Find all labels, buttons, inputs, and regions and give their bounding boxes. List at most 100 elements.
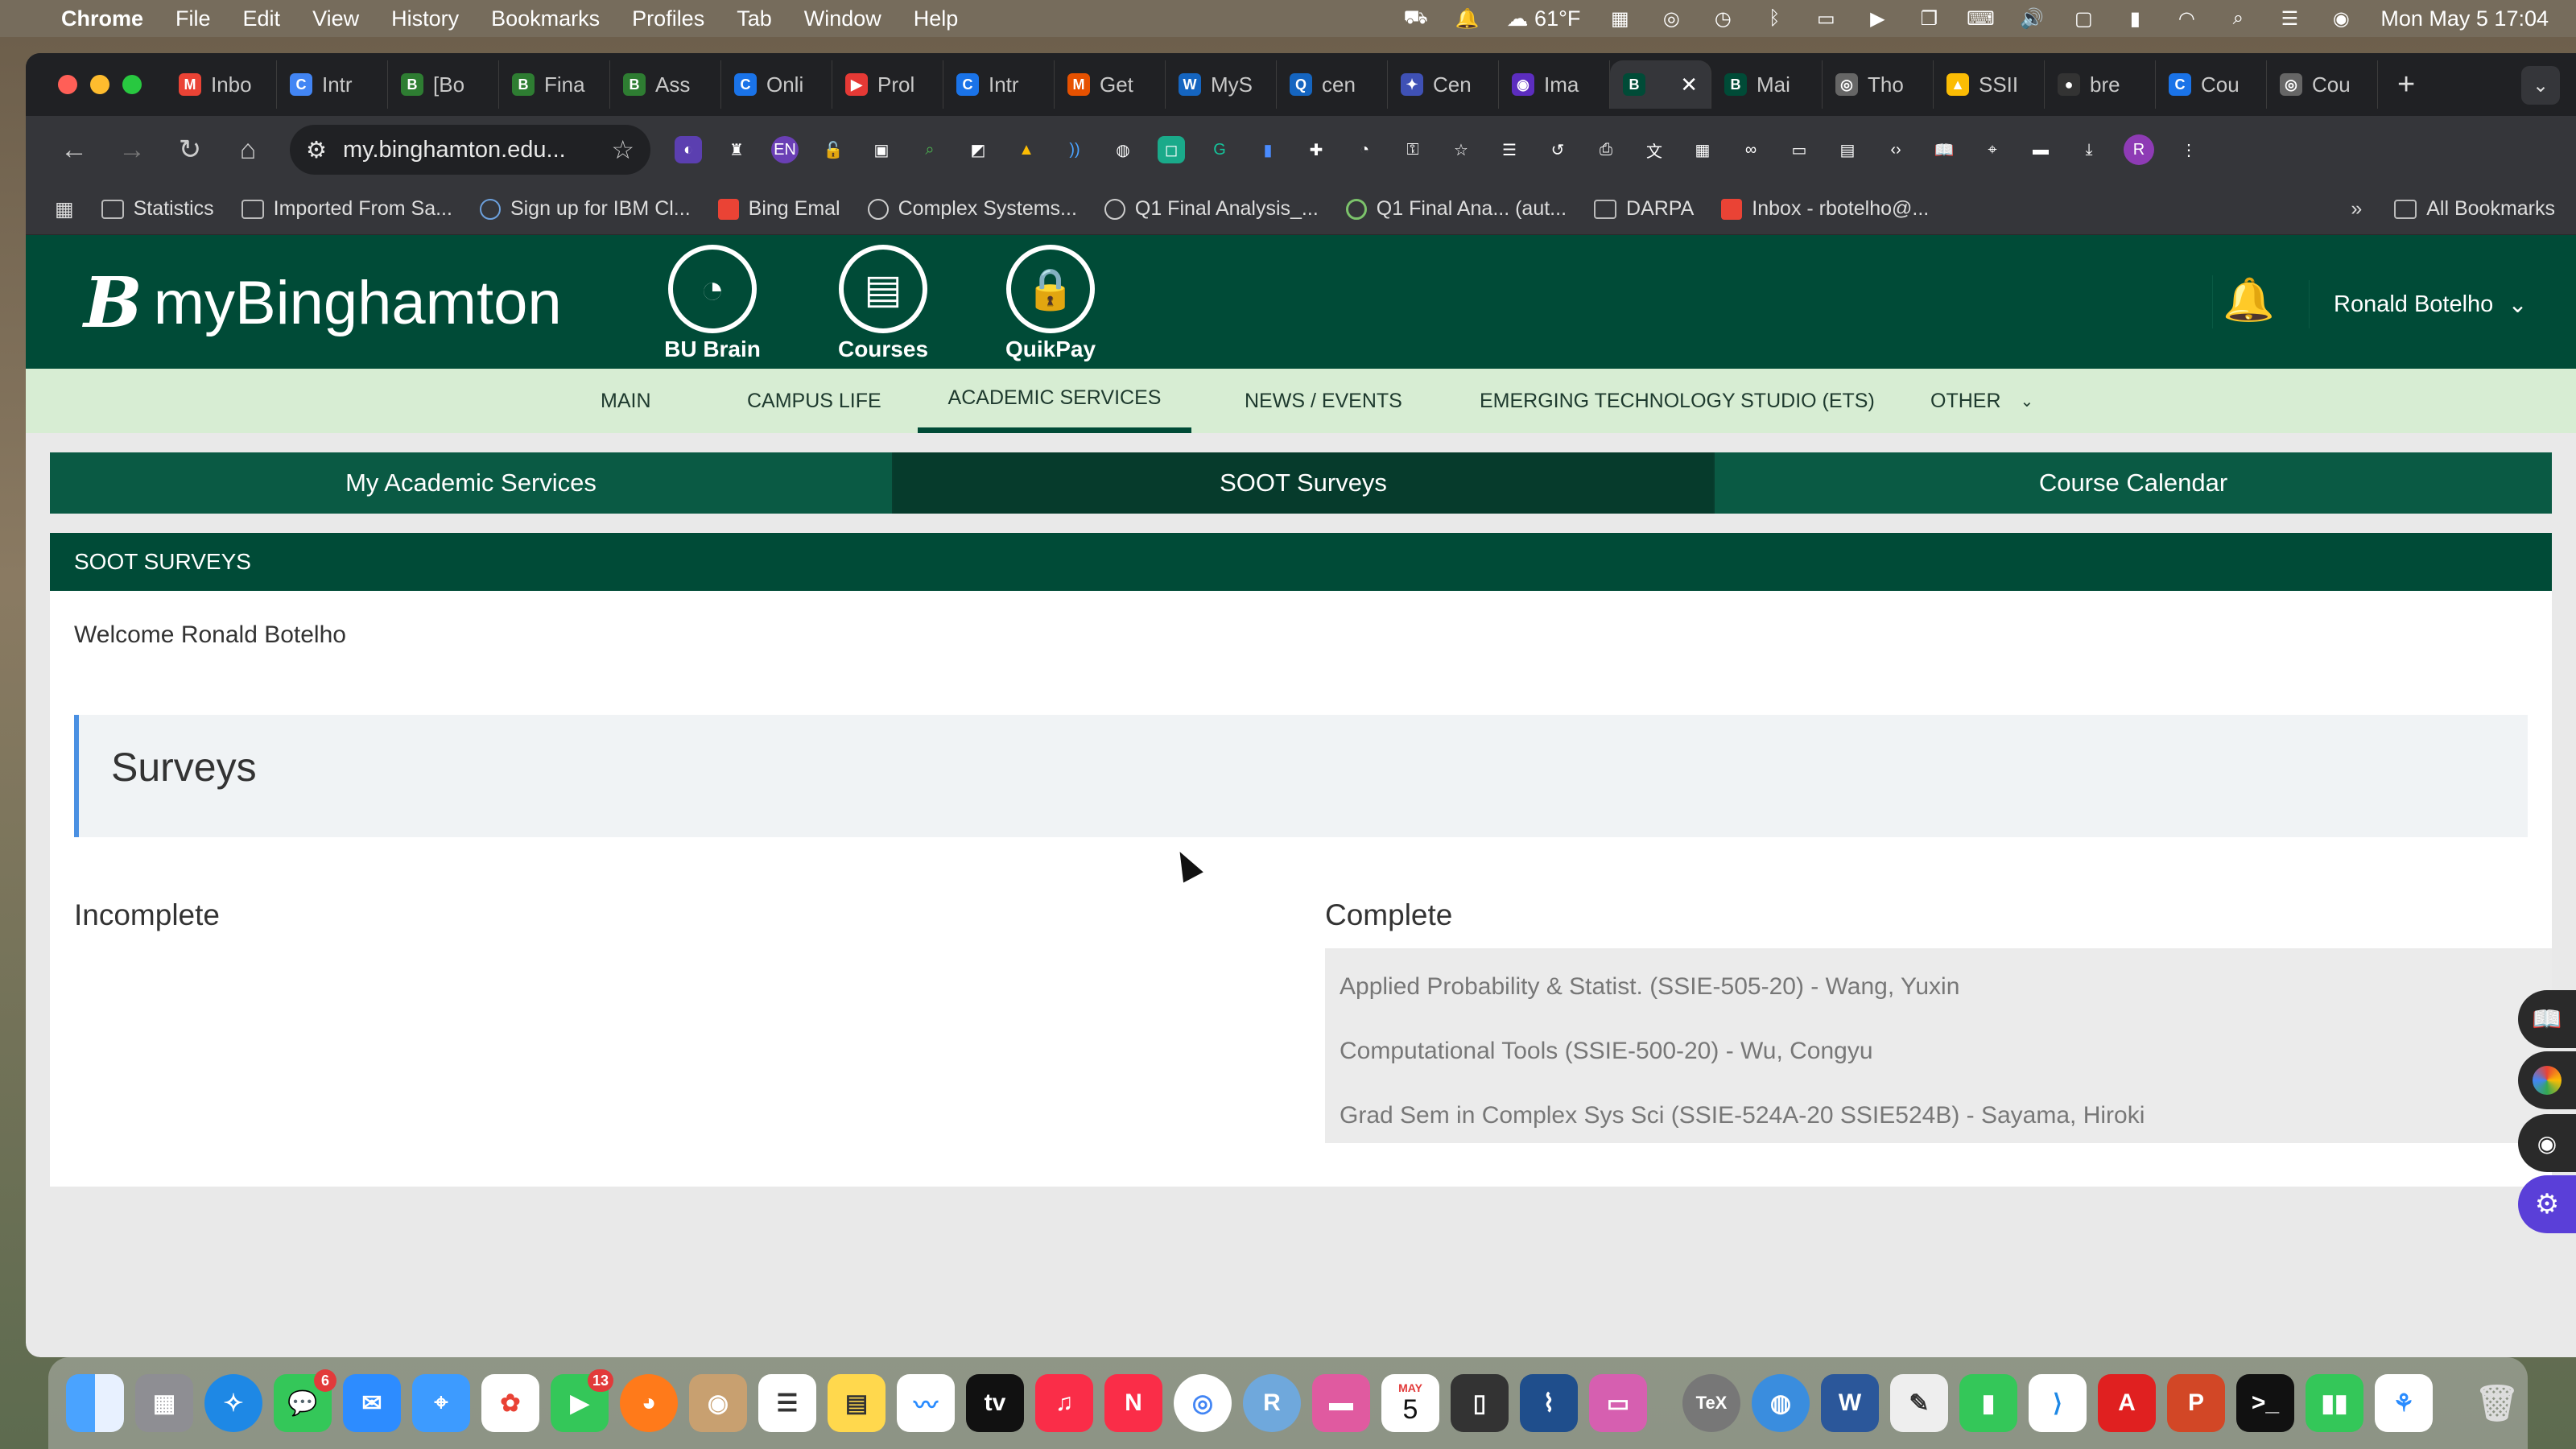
user-menu[interactable]: Ronald Botelho ⌄ bbox=[2309, 280, 2528, 328]
airdrop-icon[interactable]: ◎ bbox=[1659, 8, 1683, 30]
chrome-icon[interactable]: ◎ bbox=[1174, 1374, 1232, 1432]
password-key-icon[interactable]: ⚿ bbox=[1399, 136, 1426, 163]
drive-status-icon[interactable]: ⛟ bbox=[1403, 6, 1427, 28]
weather-icon[interactable]: ☁ 61°F bbox=[1507, 6, 1581, 31]
browser-tab[interactable]: ◎ Cou bbox=[2267, 60, 2378, 109]
active-browser-tab[interactable]: B ✕ bbox=[1610, 60, 1711, 109]
menu-window[interactable]: Window bbox=[804, 6, 881, 31]
browser-tab[interactable]: C Intr bbox=[277, 60, 388, 109]
search-extension-icon[interactable]: ⌕ bbox=[916, 136, 943, 163]
list-item[interactable]: Computational Tools (SSIE-500-20) - Wu, … bbox=[1325, 1019, 2552, 1084]
list-item[interactable]: Applied Probability & Statist. (SSIE-505… bbox=[1325, 955, 2552, 1019]
nav-main[interactable]: MAIN bbox=[601, 369, 651, 433]
more-bookmarks-chevron-icon[interactable]: » bbox=[2351, 197, 2362, 221]
menu-tab[interactable]: Tab bbox=[737, 6, 772, 31]
bookmark-statistics[interactable]: Statistics bbox=[101, 197, 214, 221]
site-info-icon[interactable]: ⚙ bbox=[306, 136, 327, 164]
back-arrow-icon[interactable]: ← bbox=[45, 134, 103, 166]
mybinghamton-logo[interactable]: B myBinghamton bbox=[84, 262, 562, 344]
browser-tab[interactable]: M Inbo bbox=[166, 60, 277, 109]
location-icon[interactable]: ⌖ bbox=[1979, 136, 2006, 163]
firefox-icon[interactable]: ◕ bbox=[620, 1374, 678, 1432]
news-icon[interactable]: N bbox=[1104, 1374, 1162, 1432]
nav-ets[interactable]: EMERGING TECHNOLOGY STUDIO (ETS) bbox=[1480, 369, 1875, 433]
address-bar[interactable]: ⚙ my.binghamton.edu... ☆ bbox=[290, 125, 650, 175]
history-icon[interactable]: ↺ bbox=[1544, 136, 1571, 163]
word-icon[interactable]: W bbox=[1821, 1374, 1879, 1432]
menubar-clock[interactable]: Mon May 5 17:04 bbox=[2380, 6, 2549, 31]
keyboard-icon[interactable]: ⌨ bbox=[1967, 8, 1995, 30]
safari-icon[interactable]: ✧ bbox=[204, 1374, 262, 1432]
browser-tab[interactable]: ▲ SSII bbox=[1934, 60, 2045, 109]
time-machine-icon[interactable]: ◷ bbox=[1711, 8, 1735, 30]
menu-app-name[interactable]: Chrome bbox=[61, 6, 143, 31]
reminders-icon[interactable]: ☰ bbox=[758, 1374, 816, 1432]
tex-icon[interactable]: TeX bbox=[1682, 1374, 1740, 1432]
extension-icon[interactable]: ◐ bbox=[675, 136, 702, 163]
messages-icon[interactable]: 💬 6 bbox=[274, 1369, 336, 1432]
browser-tab[interactable]: Qcen bbox=[1277, 60, 1388, 109]
nav-other[interactable]: OTHER ⌄ bbox=[1930, 369, 2033, 433]
control-center-icon[interactable]: ☰ bbox=[2277, 8, 2301, 30]
freeform-icon[interactable]: 〰 bbox=[897, 1374, 955, 1432]
nav-news-events[interactable]: NEWS / EVENTS bbox=[1245, 369, 1402, 433]
browser-tab[interactable]: B Ass bbox=[610, 60, 721, 109]
bookmark-darpa[interactable]: DARPA bbox=[1594, 197, 1694, 221]
translate-extension-icon[interactable]: EN bbox=[771, 136, 799, 163]
music-icon[interactable]: ♫ bbox=[1035, 1374, 1093, 1432]
numbers-icon[interactable]: ▮▮ bbox=[2306, 1374, 2363, 1432]
close-tab-icon[interactable]: ✕ bbox=[1680, 72, 1698, 97]
lock-extension-icon[interactable]: 🔓 bbox=[819, 136, 847, 163]
iphone-mirroring-icon[interactable]: ▯ bbox=[1451, 1374, 1509, 1432]
incognito-icon[interactable]: ◔ bbox=[1351, 136, 1378, 163]
app-store-icon[interactable]: ⚘ bbox=[2375, 1374, 2433, 1432]
payment-card-icon[interactable]: ▬ bbox=[2027, 136, 2054, 163]
menu-file[interactable]: File bbox=[175, 6, 211, 31]
menu-profiles[interactable]: Profiles bbox=[632, 6, 704, 31]
bookmark-q1-final[interactable]: Q1 Final Analysis_... bbox=[1104, 197, 1319, 221]
menu-bookmarks[interactable]: Bookmarks bbox=[491, 6, 600, 31]
notification-icon[interactable]: 🔔 bbox=[1455, 8, 1480, 30]
r-icon[interactable]: R bbox=[1243, 1374, 1301, 1432]
color-picker-extension-icon[interactable] bbox=[2518, 1051, 2576, 1109]
apps-grid-icon[interactable]: ▦ bbox=[55, 197, 74, 221]
link-icon[interactable]: ∞ bbox=[1737, 136, 1765, 163]
extension-icon[interactable]: ◩ bbox=[964, 136, 992, 163]
favorites-icon[interactable]: ☆ bbox=[1447, 136, 1475, 163]
courses-button[interactable]: ▤ Courses bbox=[831, 245, 935, 362]
bookmark-complex-systems[interactable]: Complex Systems... bbox=[867, 197, 1077, 221]
bookmark-bing-emal[interactable]: Bing Emal bbox=[717, 197, 840, 221]
browser-tab[interactable]: B Mai bbox=[1711, 60, 1823, 109]
extension-icon[interactable]: ♜ bbox=[723, 136, 750, 163]
extension-icon[interactable]: ◍ bbox=[1109, 136, 1137, 163]
contacts-icon[interactable]: ◉ bbox=[689, 1374, 747, 1432]
translate-icon[interactable]: 文 bbox=[1641, 136, 1668, 163]
reading-mode-icon[interactable]: 📖 bbox=[2518, 990, 2576, 1048]
folder-app-icon[interactable]: ▬ bbox=[1312, 1374, 1370, 1432]
browser-tab[interactable]: ◎ Tho bbox=[1823, 60, 1934, 109]
tab-soot-surveys[interactable]: SOOT Surveys bbox=[894, 452, 1715, 514]
nav-academic-services[interactable]: ACADEMIC SERVICES bbox=[918, 369, 1191, 433]
quikpay-button[interactable]: 🔒 QuikPay bbox=[998, 245, 1103, 362]
print-icon[interactable]: ⎙ bbox=[1592, 136, 1620, 163]
launchpad-icon[interactable]: ▦ bbox=[135, 1374, 193, 1432]
calendar-icon[interactable]: MAY 5 bbox=[1381, 1374, 1439, 1432]
numbers-app-icon[interactable]: ▮ bbox=[1959, 1374, 2017, 1432]
extension-bars-icon[interactable]: ▮ bbox=[1254, 136, 1282, 163]
bu-brain-button[interactable]: ◔ BU Brain bbox=[660, 245, 765, 362]
terminal-icon[interactable]: >_ bbox=[2236, 1374, 2294, 1432]
code-icon[interactable]: ‹› bbox=[1882, 136, 1909, 163]
browser-tab[interactable]: ✦ Cen bbox=[1388, 60, 1499, 109]
powerpoint-icon[interactable]: P bbox=[2167, 1374, 2225, 1432]
focus-icon[interactable]: ▢ bbox=[2071, 8, 2095, 30]
qr-code-icon[interactable]: ▦ bbox=[1689, 136, 1716, 163]
acrobat-icon[interactable]: A bbox=[2098, 1374, 2156, 1432]
menu-view[interactable]: View bbox=[312, 6, 359, 31]
drive-extension-icon[interactable]: ▲ bbox=[1013, 136, 1040, 163]
minimize-window-button[interactable] bbox=[90, 75, 109, 94]
mysql-workbench-icon[interactable]: ⌇ bbox=[1520, 1374, 1578, 1432]
apple-tv-icon[interactable]: tv bbox=[966, 1374, 1024, 1432]
tab-search-chevron-icon[interactable]: ⌄ bbox=[2521, 66, 2560, 105]
bookmark-q1-final-auto[interactable]: Q1 Final Ana... (aut... bbox=[1345, 197, 1567, 221]
reading-list-icon[interactable]: ☰ bbox=[1496, 136, 1523, 163]
